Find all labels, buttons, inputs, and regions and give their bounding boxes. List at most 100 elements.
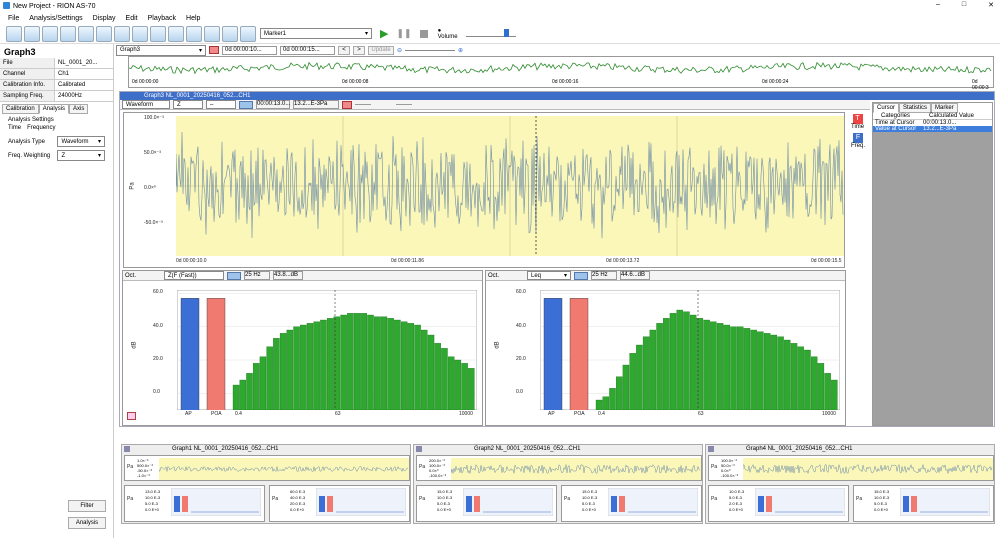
- mini-waveform[interactable]: Pa 100.0×⁻³ 50.0×⁻³ 0.0×⁰ -100.0×⁻³: [708, 455, 994, 481]
- bar-chart-icon[interactable]: [150, 25, 166, 42]
- time-start[interactable]: 0d 00:00:10...: [222, 45, 277, 55]
- time-end[interactable]: 0d 00:00:15...: [280, 45, 335, 55]
- mini-spec-y-label: Pa: [127, 496, 134, 502]
- overview-waveform[interactable]: 0d 00:00:00 0d 00:00:08 0d 00:00:16 0d 00:0…: [128, 56, 994, 91]
- subtab-time[interactable]: Time: [8, 125, 21, 131]
- volume-slider-thumb[interactable]: [503, 28, 509, 37]
- weight-select[interactable]: Leq ▾: [527, 271, 571, 280]
- mini-graph-icon[interactable]: [124, 446, 130, 452]
- level-icon[interactable]: [78, 25, 94, 42]
- mini-spectrum[interactable]: 13.0 E-3 10.0 E-3 5.0 E-3 0.0 E+0 Pa: [124, 485, 265, 522]
- marker-icon[interactable]: [132, 25, 148, 42]
- tab-statistics[interactable]: Statistics: [899, 103, 932, 113]
- graph-select[interactable]: Graph3 ▾: [116, 44, 206, 56]
- settings-down-icon[interactable]: [204, 25, 220, 42]
- export-icon[interactable]: [96, 25, 112, 42]
- subtab-frequency[interactable]: Frequency: [27, 125, 55, 131]
- cursor-icon[interactable]: [574, 271, 588, 280]
- tab-calibration[interactable]: Calibration: [2, 104, 39, 114]
- volume-slider[interactable]: [465, 28, 516, 39]
- freq-toggle-button[interactable]: F Freq.: [851, 133, 865, 149]
- cursor-icon[interactable]: [227, 271, 241, 280]
- folder-icon[interactable]: [114, 25, 130, 42]
- mini-waveform[interactable]: Pa 1.0×⁻³ 500.0×⁻³ -50.0×⁻³ -1.0×⁻³: [124, 455, 410, 481]
- close-icon[interactable]: ✕: [988, 1, 994, 9]
- zoom-slider[interactable]: [405, 49, 456, 51]
- freq-weighting-select[interactable]: Z ▾: [57, 150, 105, 161]
- property-row: Sampling Freq. 24000Hz: [0, 91, 113, 102]
- menu-file[interactable]: File: [8, 15, 19, 22]
- pause-icon[interactable]: ❚❚: [396, 28, 411, 39]
- menu-edit[interactable]: Edit: [126, 15, 138, 22]
- spectrum-bar: [703, 319, 710, 410]
- band-value: Oct.: [488, 272, 500, 279]
- menu-playback[interactable]: Playback: [148, 15, 176, 22]
- mini-spectrum[interactable]: 60.0 E-3 40.0 E-3 20.0 E-3 0.0 E+0 Pa: [269, 485, 410, 522]
- zoom-out-icon[interactable]: ⊖: [397, 47, 402, 54]
- waveform-alt-icon[interactable]: [42, 25, 58, 42]
- mini-spec-tick: 5.0 E-3: [145, 501, 158, 506]
- compare-icon[interactable]: [222, 25, 238, 42]
- mini-spec-tick: 0.0 E+0: [290, 507, 304, 512]
- report-icon[interactable]: [168, 25, 184, 42]
- eraser-icon[interactable]: [240, 25, 256, 42]
- mini-spectrum-plot: [171, 488, 261, 516]
- spectrum-bar: [259, 356, 267, 410]
- menu-analysis-settings[interactable]: Analysis/Settings: [29, 15, 82, 22]
- spectrum-bar: [683, 311, 690, 410]
- menu-display[interactable]: Display: [93, 15, 116, 22]
- tab-marker[interactable]: Marker: [931, 103, 958, 113]
- zoom-in-icon[interactable]: ⊕: [458, 47, 463, 54]
- update-button[interactable]: Update: [368, 45, 394, 55]
- spectrum-icon[interactable]: [60, 25, 76, 42]
- mini-waveform[interactable]: Pa 200.0×⁻³ 100.0×⁻³ 0.0×⁰ -100.0×⁻³: [416, 455, 702, 481]
- range-icon[interactable]: [342, 100, 352, 109]
- marker-select[interactable]: Marker1 ▾: [260, 28, 372, 39]
- cursor-row[interactable]: Value at Cursor 13.2...E-3Pa: [873, 126, 992, 132]
- mini-graph-panel: Graph4 NL_0001_20250416_052...CH1 Pa 100.0…: [705, 444, 995, 524]
- time-toggle-button[interactable]: T Time: [851, 114, 864, 130]
- maximize-icon[interactable]: □: [962, 1, 966, 9]
- spectrum-bar: [642, 336, 650, 410]
- next-button[interactable]: >: [353, 45, 365, 55]
- range-icon[interactable]: [209, 46, 219, 54]
- analysis-type-select[interactable]: Waveform ▾: [57, 136, 105, 147]
- minimize-icon[interactable]: –: [936, 1, 940, 9]
- spectrum-bar: [279, 333, 287, 410]
- overview-tick: 0d 00:00:00: [132, 79, 159, 85]
- play-icon[interactable]: ▶: [380, 27, 388, 40]
- mini-graph-icon[interactable]: [708, 446, 714, 452]
- waveform-plot[interactable]: [176, 116, 844, 256]
- mini-spectrum[interactable]: 10.0 E-3 5.0 E-3 2.0 E-3 0.0 E+0 Pa: [708, 485, 849, 522]
- mini-poa-bar: [327, 496, 333, 512]
- mini-graph-icon[interactable]: [416, 446, 422, 452]
- weight-select[interactable]: Z: [173, 100, 203, 109]
- tab-axis[interactable]: Axis: [69, 104, 89, 114]
- menu-help[interactable]: Help: [186, 15, 200, 22]
- mini-spectrum[interactable]: 15.0 E-3 10.0 E-3 5.0 E-3 0.0 E+0 Pa: [561, 485, 702, 522]
- prev-button[interactable]: <: [338, 45, 350, 55]
- spectrum-right-chart[interactable]: dB 60.0 40.0 20.0 0.0 AP POA 0.4 63 10000: [486, 282, 845, 425]
- spectrum-bar: [300, 324, 307, 410]
- graph3-title-bar: Graph3 NL_0001_20250416_052...CH1: [120, 92, 994, 100]
- settings-up-icon[interactable]: [186, 25, 202, 42]
- open-file-icon[interactable]: [6, 25, 22, 42]
- mini-ap-bar: [758, 496, 764, 512]
- mini-spectrum[interactable]: 15.0 E-3 10.0 E-3 5.0 E-3 0.0 E+0 Pa: [416, 485, 557, 522]
- tab-analysis[interactable]: Analysis: [38, 104, 70, 114]
- dash-select[interactable]: –: [206, 100, 236, 109]
- analysis-button[interactable]: Analysis: [68, 517, 106, 529]
- mini-graph-title: Graph1 NL_0001_20250416_052...CH1: [172, 446, 279, 452]
- spectrum-left-chart[interactable]: dB 60.0 40.0 20.0 0.0 AP POA 0.4 63 10000: [123, 282, 482, 425]
- wave-type-select[interactable]: Waveform: [122, 100, 170, 109]
- waveform-icon[interactable]: [24, 25, 40, 42]
- spectrum-settings-icon[interactable]: [127, 412, 136, 420]
- cursor-icon[interactable]: [239, 100, 253, 109]
- waveform-chart[interactable]: Pa 100.0×⁻³ 50.0×⁻³ 0.0×⁰ -50.0×⁻³ 0d 00:00…: [123, 112, 845, 268]
- filter-button[interactable]: Filter: [68, 500, 106, 512]
- mini-ap-bar: [319, 496, 325, 512]
- weight-select[interactable]: Z(F (Fast)): [164, 271, 224, 280]
- mini-spectrum[interactable]: 15.0 E-3 10.0 E-3 5.0 E-3 0.0 E+0 Pa: [853, 485, 994, 522]
- tab-cursor[interactable]: Cursor: [873, 103, 900, 113]
- stop-icon[interactable]: [419, 29, 428, 38]
